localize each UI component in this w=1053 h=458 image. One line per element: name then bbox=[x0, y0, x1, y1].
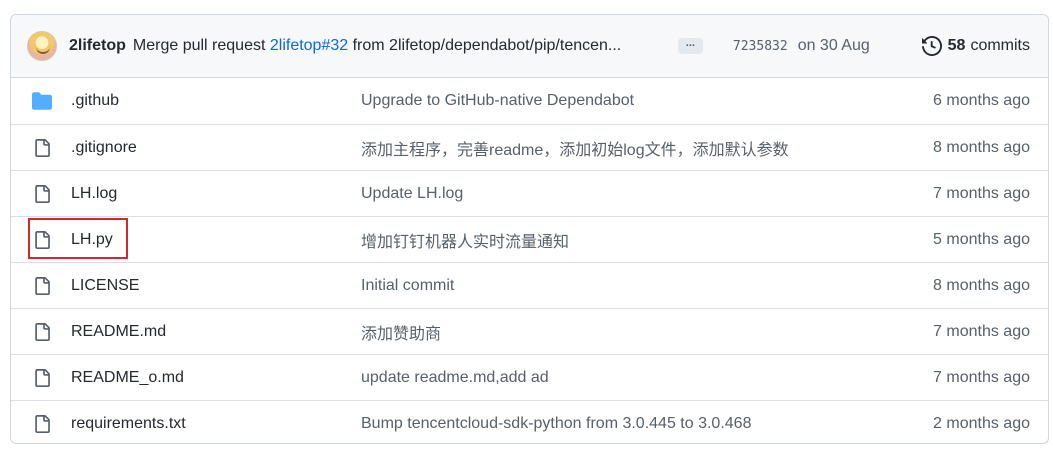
file-icon bbox=[31, 413, 53, 435]
file-row[interactable]: LH.log Update LH.log 7 months ago bbox=[11, 170, 1048, 216]
commit-date: on 30 Aug bbox=[797, 37, 870, 54]
file-name-link[interactable]: LH.py bbox=[71, 231, 361, 249]
file-commit-age: 6 months ago bbox=[933, 92, 1030, 109]
file-commit-age: 7 months ago bbox=[933, 322, 1030, 340]
file-icon bbox=[31, 367, 53, 389]
file-name-link[interactable]: LH.log bbox=[71, 185, 361, 203]
file-name-link[interactable]: README.md bbox=[71, 323, 361, 341]
pull-request-link[interactable]: 2lifetop#32 bbox=[270, 37, 348, 54]
author-avatar[interactable] bbox=[27, 31, 57, 61]
file-commit-message-link[interactable]: Initial commit bbox=[361, 277, 933, 295]
file-commit-age: 5 months ago bbox=[933, 230, 1030, 248]
file-commit-age: 2 months ago bbox=[933, 414, 1030, 432]
file-row[interactable]: .github Upgrade to GitHub-native Dependab… bbox=[11, 78, 1048, 124]
file-commit-message-link[interactable]: Upgrade to GitHub-native Dependabot bbox=[361, 92, 933, 110]
file-list: .github Upgrade to GitHub-native Dependab… bbox=[11, 78, 1048, 443]
file-icon bbox=[31, 321, 53, 343]
history-icon bbox=[921, 36, 942, 56]
file-commit-message-link[interactable]: 添加赞助商 bbox=[361, 320, 933, 344]
commit-message[interactable]: Merge pull request 2lifetop#32 from 2lif… bbox=[133, 37, 666, 55]
file-commit-message-link[interactable]: Update LH.log bbox=[361, 185, 933, 203]
file-row[interactable]: LH.py 增加钉钉机器人实时流量通知 5 months ago bbox=[11, 216, 1048, 262]
file-commit-message-link[interactable]: Bump tencentcloud-sdk-python from 3.0.44… bbox=[361, 415, 933, 433]
file-commit-age: 7 months ago bbox=[933, 368, 1030, 386]
folder-icon bbox=[31, 90, 53, 112]
file-row[interactable]: LICENSE Initial commit 8 months ago bbox=[11, 262, 1048, 308]
file-name-link[interactable]: LICENSE bbox=[71, 277, 361, 295]
commits-label: commits bbox=[970, 37, 1030, 54]
file-icon bbox=[31, 183, 53, 205]
file-row[interactable]: README_o.md update readme.md,add ad 7 mont… bbox=[11, 354, 1048, 400]
commit-count: 58 bbox=[947, 37, 966, 54]
file-commit-message-link[interactable]: 添加主程序，完善readme，添加初始log文件，添加默认参数 bbox=[361, 136, 933, 160]
file-name-link[interactable]: .gitignore bbox=[71, 139, 361, 157]
file-icon bbox=[31, 275, 53, 297]
commit-sha[interactable]: 7235832 bbox=[733, 39, 788, 54]
file-commit-age: 8 months ago bbox=[933, 276, 1030, 294]
file-name-link[interactable]: README_o.md bbox=[71, 369, 361, 387]
file-commit-message-link[interactable]: 增加钉钉机器人实时流量通知 bbox=[361, 228, 933, 252]
file-icon bbox=[31, 229, 53, 251]
commit-message-prefix: Merge pull request bbox=[132, 37, 266, 54]
file-row[interactable]: requirements.txt Bump tencentcloud-sdk-py… bbox=[11, 400, 1048, 443]
file-icon bbox=[31, 137, 53, 159]
file-row[interactable]: .gitignore 添加主程序，完善readme，添加初始log文件，添加默认参… bbox=[11, 124, 1048, 170]
commit-message-suffix: from 2lifetop/dependabot/pip/tencen... bbox=[352, 37, 622, 54]
file-name-link[interactable]: .github bbox=[71, 92, 361, 110]
commit-author[interactable]: 2lifetop bbox=[69, 37, 126, 55]
latest-commit-bar: 2lifetop Merge pull request 2lifetop#32 … bbox=[11, 15, 1048, 78]
expand-commit-message-button[interactable]: ... bbox=[677, 38, 703, 54]
file-commit-message-link[interactable]: update readme.md,add ad bbox=[361, 369, 933, 387]
file-name-link[interactable]: requirements.txt bbox=[71, 415, 361, 433]
file-row[interactable]: README.md 添加赞助商 7 months ago bbox=[11, 308, 1048, 354]
file-browser: 2lifetop Merge pull request 2lifetop#32 … bbox=[10, 14, 1049, 444]
file-commit-age: 8 months ago bbox=[933, 138, 1030, 156]
file-commit-age: 7 months ago bbox=[933, 184, 1030, 202]
commit-history-link[interactable]: 58 commits bbox=[921, 36, 1030, 56]
